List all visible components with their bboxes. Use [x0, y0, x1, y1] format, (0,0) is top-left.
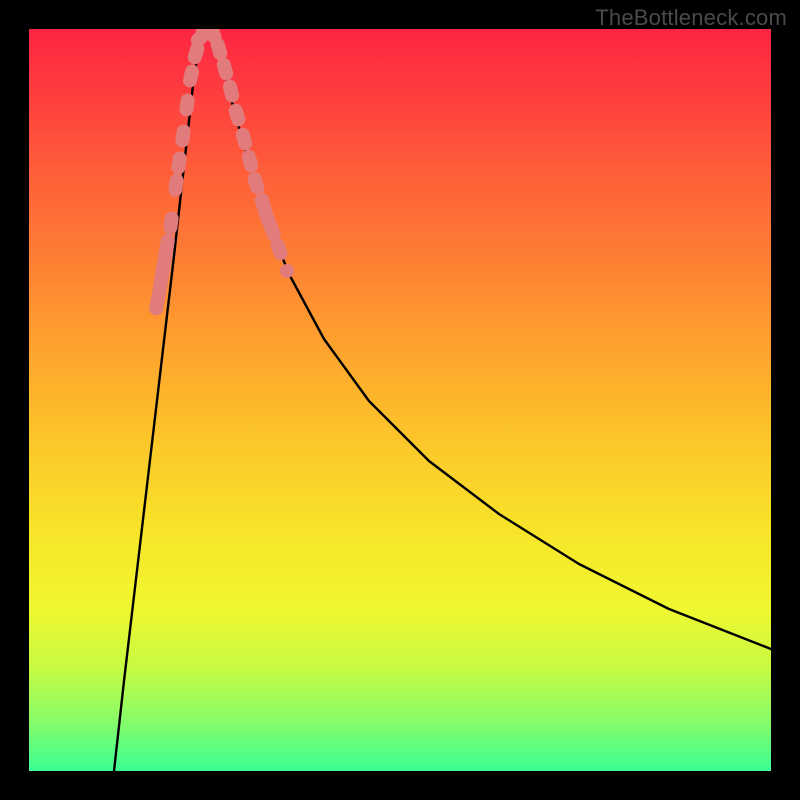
- watermark-text: TheBottleneck.com: [595, 5, 787, 31]
- overlay-dash: [175, 181, 176, 190]
- overlay-dash: [224, 65, 226, 74]
- overlay-dash: [195, 49, 198, 58]
- overlay-dash: [278, 245, 281, 253]
- overlay-dash: [243, 135, 245, 144]
- overlay-dash: [182, 132, 183, 141]
- overlay-dash: [166, 241, 168, 250]
- chart-frame: TheBottleneck.com: [0, 0, 800, 800]
- overlay-dash: [186, 101, 187, 110]
- bottleneck-curve: [114, 29, 771, 771]
- dotted-overlay: [156, 29, 287, 308]
- overlay-dash: [178, 159, 179, 168]
- overlay-dash: [255, 179, 258, 188]
- overlay-dash: [230, 87, 232, 96]
- plot-area: [29, 29, 771, 771]
- chart-svg: [29, 29, 771, 771]
- overlay-dash: [190, 72, 192, 81]
- overlay-dash: [270, 226, 273, 234]
- overlay-dash: [249, 157, 251, 166]
- overlay-dash: [218, 45, 221, 54]
- overlay-dash: [170, 219, 171, 228]
- overlay-dash: [211, 29, 214, 37]
- overlay-dash: [236, 111, 239, 120]
